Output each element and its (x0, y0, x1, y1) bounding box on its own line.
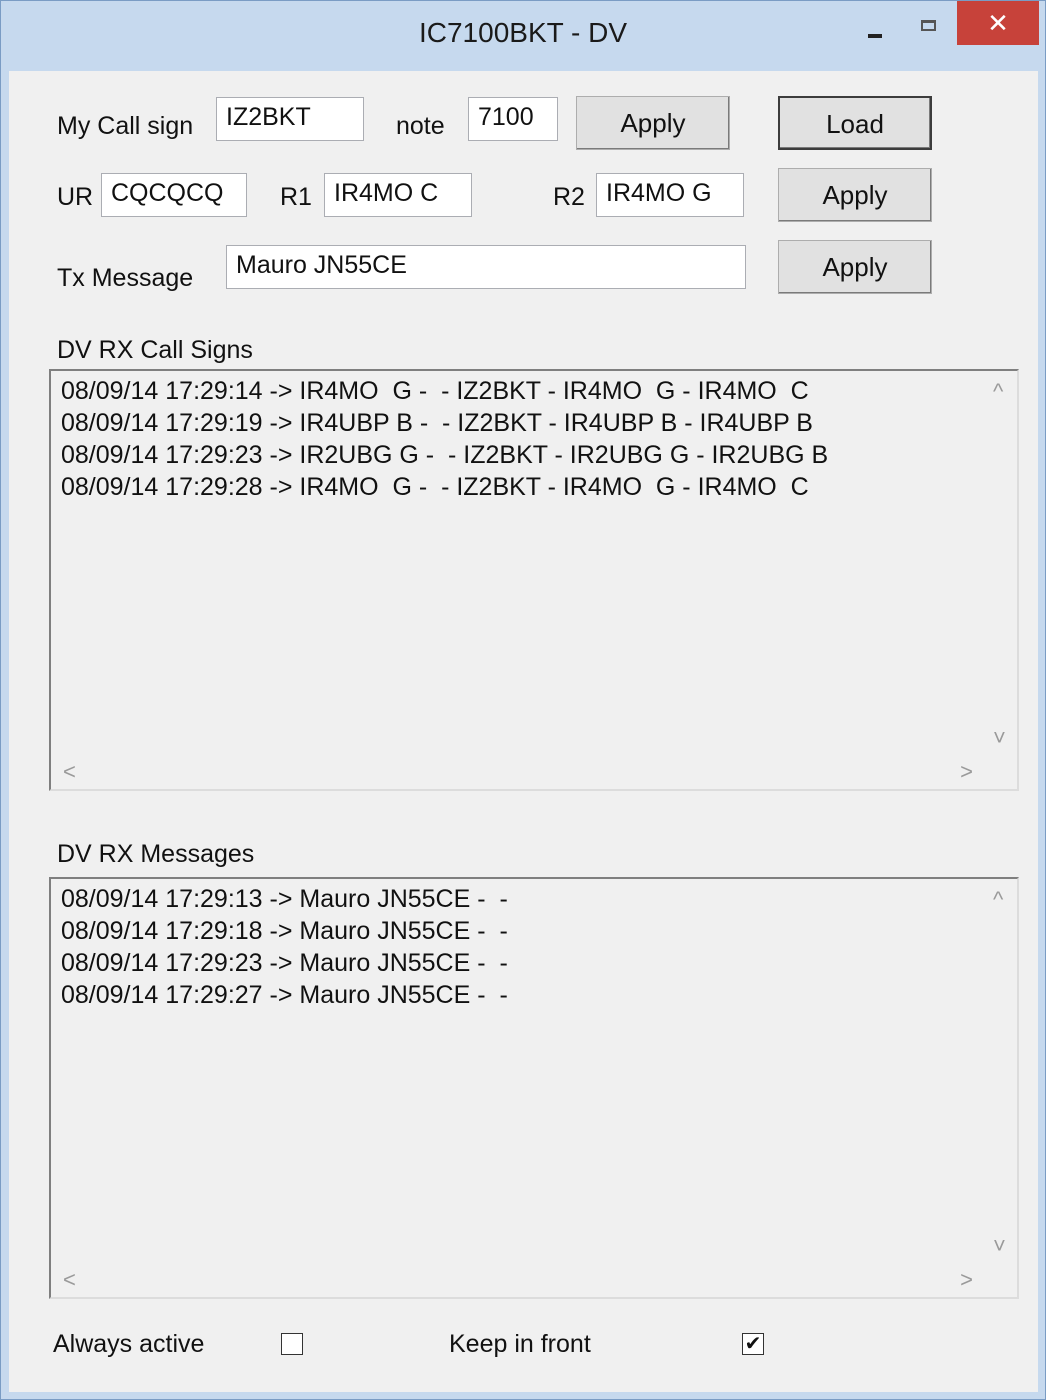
scroll-up-icon[interactable]: ^ (993, 379, 1003, 405)
keep-in-front-checkbox[interactable]: ✔ (742, 1333, 764, 1355)
list-item[interactable]: 08/09/14 17:29:13 -> Mauro JN55CE - - (61, 883, 508, 915)
maximize-icon (921, 20, 936, 31)
messages-horizontal-scrollbar[interactable]: < > (51, 1263, 1017, 1297)
scroll-right-icon[interactable]: > (960, 759, 973, 785)
note-label: note (396, 112, 445, 140)
scroll-up-icon[interactable]: ^ (993, 887, 1003, 913)
note-field[interactable]: 7100 (468, 97, 558, 141)
callsigns-listbox[interactable]: 08/09/14 17:29:14 -> IR4MO G - - IZ2BKT … (49, 369, 1019, 791)
title-bar[interactable]: IC7100BKT - DV ✕ (1, 1, 1045, 71)
list-item[interactable]: 08/09/14 17:29:18 -> Mauro JN55CE - - (61, 915, 508, 947)
close-button[interactable]: ✕ (957, 1, 1039, 45)
r2-label: R2 (553, 183, 585, 211)
scroll-down-icon[interactable]: ˅ (993, 1233, 1006, 1259)
list-item[interactable]: 08/09/14 17:29:19 -> IR4UBP B - - IZ2BKT… (61, 407, 828, 439)
callsigns-horizontal-scrollbar[interactable]: < > (51, 755, 1017, 789)
always-active-checkbox[interactable] (281, 1333, 303, 1355)
client-area: My Call sign IZ2BKT note 7100 Apply Load… (9, 71, 1038, 1392)
messages-vertical-scrollbar[interactable]: ^ ˅ (983, 879, 1017, 1263)
apply-callsign-button[interactable]: Apply (576, 96, 730, 150)
apply-tx-message-button[interactable]: Apply (778, 240, 932, 294)
minimize-icon (868, 34, 882, 38)
my-call-sign-label: My Call sign (57, 112, 194, 140)
always-active-label: Always active (53, 1330, 205, 1358)
list-item[interactable]: 08/09/14 17:29:23 -> IR2UBG G - - IZ2BKT… (61, 439, 828, 471)
messages-label: DV RX Messages (57, 840, 255, 868)
messages-lines: 08/09/14 17:29:13 -> Mauro JN55CE - - 08… (61, 883, 508, 1011)
list-item[interactable]: 08/09/14 17:29:23 -> Mauro JN55CE - - (61, 947, 508, 979)
scroll-left-icon[interactable]: < (63, 759, 76, 785)
load-button[interactable]: Load (778, 96, 932, 150)
list-item[interactable]: 08/09/14 17:29:14 -> IR4MO G - - IZ2BKT … (61, 375, 828, 407)
ur-field[interactable]: CQCQCQ (101, 173, 247, 217)
r2-field[interactable]: IR4MO G (596, 173, 744, 217)
r1-label: R1 (280, 183, 312, 211)
callsigns-vertical-scrollbar[interactable]: ^ ˅ (983, 371, 1017, 755)
minimize-button[interactable] (853, 7, 897, 55)
ur-label: UR (57, 183, 94, 211)
messages-listbox[interactable]: 08/09/14 17:29:13 -> Mauro JN55CE - - 08… (49, 877, 1019, 1299)
tx-message-label: Tx Message (57, 264, 194, 292)
list-item[interactable]: 08/09/14 17:29:28 -> IR4MO G - - IZ2BKT … (61, 471, 828, 503)
maximize-button[interactable] (907, 7, 951, 55)
scroll-down-icon[interactable]: ˅ (993, 725, 1006, 751)
callsigns-label: DV RX Call Signs (57, 336, 253, 364)
my-call-sign-field[interactable]: IZ2BKT (216, 97, 364, 141)
r1-field[interactable]: IR4MO C (324, 173, 472, 217)
callsigns-lines: 08/09/14 17:29:14 -> IR4MO G - - IZ2BKT … (61, 375, 828, 503)
list-item[interactable]: 08/09/14 17:29:27 -> Mauro JN55CE - - (61, 979, 508, 1011)
apply-repeaters-button[interactable]: Apply (778, 168, 932, 222)
keep-in-front-label: Keep in front (449, 1330, 591, 1358)
tx-message-field[interactable]: Mauro JN55CE (226, 245, 746, 289)
scroll-left-icon[interactable]: < (63, 1267, 76, 1293)
scroll-right-icon[interactable]: > (960, 1267, 973, 1293)
app-window: IC7100BKT - DV ✕ My Call sign IZ2BKT not… (0, 0, 1046, 1400)
close-icon: ✕ (987, 8, 1009, 38)
